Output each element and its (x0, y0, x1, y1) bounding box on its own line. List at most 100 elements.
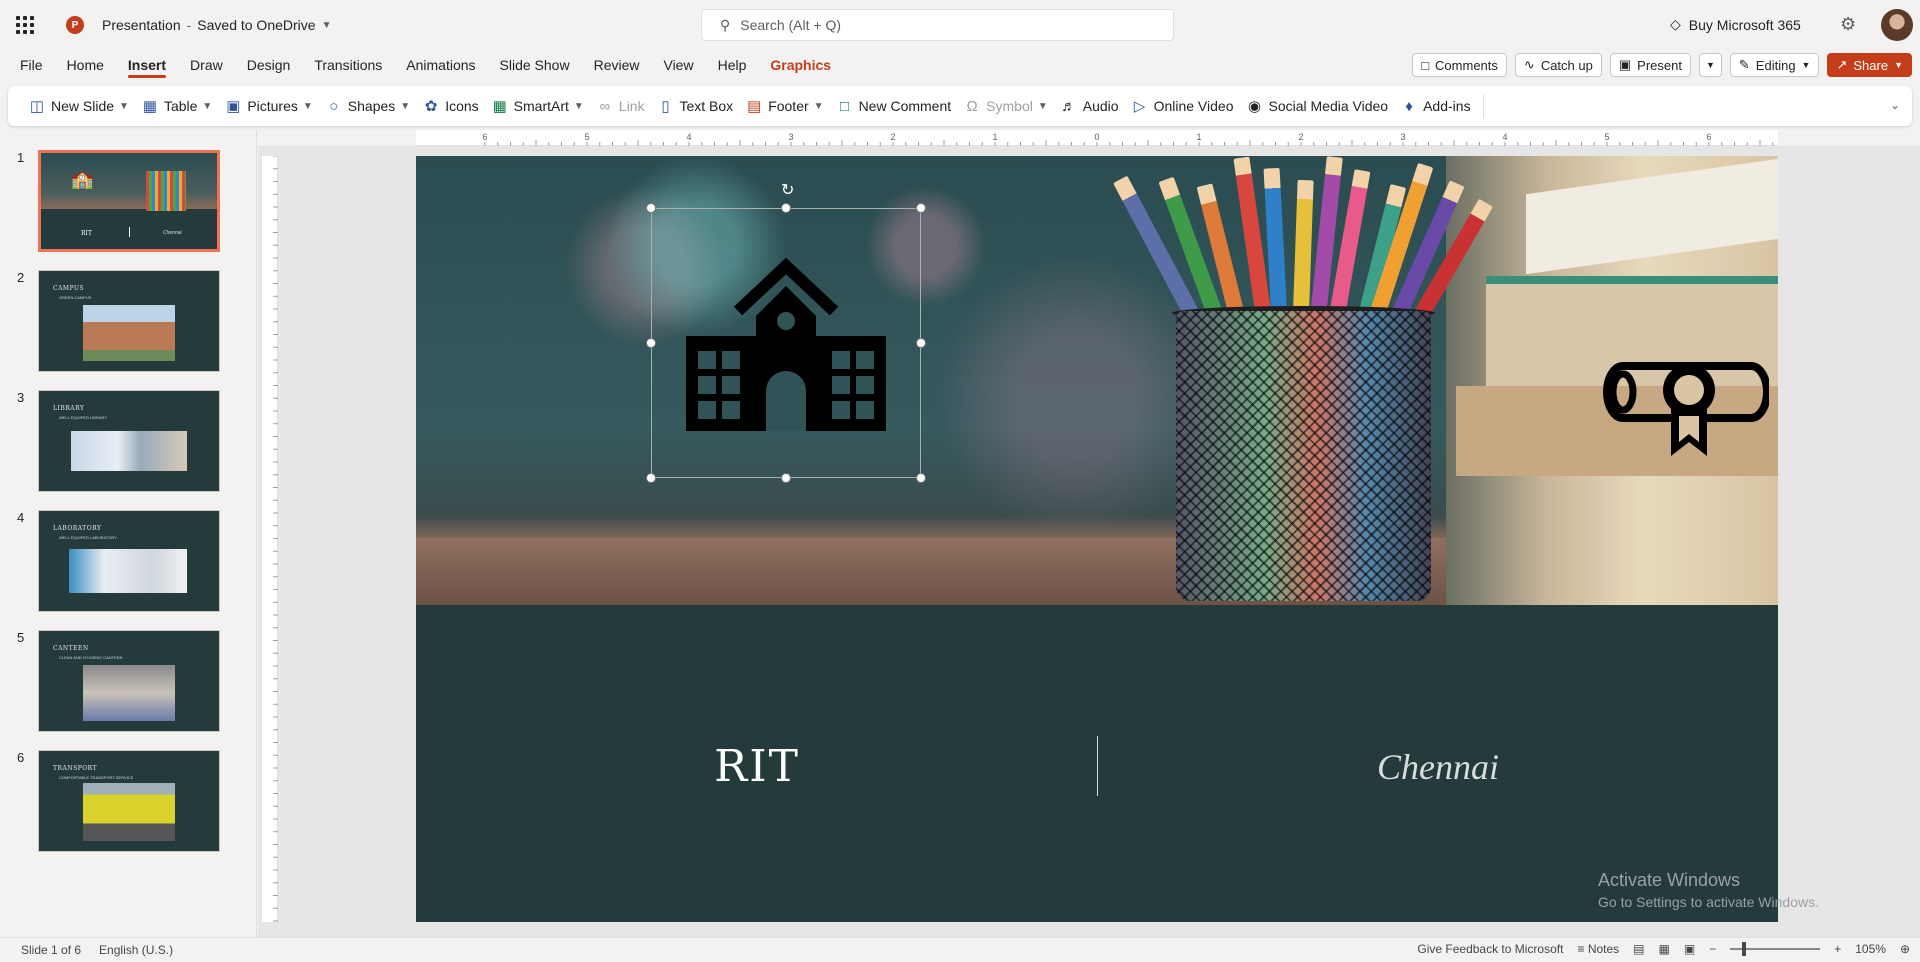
new-slide-button[interactable]: ◫ New Slide ▼ (22, 97, 135, 115)
table-button[interactable]: ▦ Table ▼ (135, 97, 218, 115)
language-indicator[interactable]: English (U.S.) (99, 943, 173, 957)
tab-transitions[interactable]: Transitions (302, 50, 394, 80)
insert-ribbon: ◫ New Slide ▼ ▦ Table ▼ ▣ Pictures ▼ ○ Shapes ▼ … (8, 86, 1912, 126)
present-button[interactable]: ▣ Present (1609, 53, 1691, 77)
search-box[interactable]: ⚲ Search (Alt + Q) (701, 9, 1174, 41)
slide-thumbnail-1[interactable]: 🏫 RIT Chennai (38, 150, 220, 252)
shapes-button[interactable]: ○ Shapes ▼ (319, 98, 416, 115)
tab-draw[interactable]: Draw (178, 50, 235, 80)
chevron-down-icon[interactable]: ⌄ (1890, 98, 1900, 112)
tab-design[interactable]: Design (235, 50, 303, 80)
tab-file[interactable]: File (8, 50, 55, 80)
smartart-button[interactable]: ▦ SmartArt ▼ (485, 97, 590, 115)
picture-icon: ▣ (226, 98, 241, 115)
slide-number: 1 (17, 150, 25, 165)
ruler-ticks: 6 5 4 3 2 1 0 1 2 3 4 5 6 (482, 132, 1774, 146)
slide-title[interactable]: RIT (416, 741, 1098, 792)
thumbnail-title: LIBRARY (53, 405, 85, 412)
rotate-handle-icon[interactable]: ↻ (781, 180, 794, 200)
tab-insert[interactable]: Insert (116, 50, 178, 80)
resize-handle[interactable] (916, 338, 926, 348)
thumbnail-divider (129, 227, 130, 237)
doc-name: Presentation (102, 17, 181, 33)
slide-thumbnail-5[interactable]: CANTEEN CLEAN AND HYGIENIC CANTEEN (38, 630, 220, 732)
buy-microsoft-365-button[interactable]: ◇ Buy Microsoft 365 (1670, 16, 1801, 33)
online-video-button[interactable]: ▷ Online Video (1125, 97, 1240, 115)
icons-button[interactable]: ✿ Icons (416, 97, 484, 115)
ruler-label: 4 (686, 132, 691, 142)
smartart-icon: ▦ (492, 98, 507, 115)
chevron-down-icon: ▼ (302, 100, 313, 112)
resize-handle[interactable] (646, 338, 656, 348)
text-box-icon: ▯ (661, 98, 670, 115)
chevron-down-icon: ▼ (1037, 100, 1048, 112)
buy-label: Buy Microsoft 365 (1688, 16, 1801, 33)
comments-button[interactable]: □ Comments (1412, 53, 1507, 77)
slide-thumbnail-6[interactable]: TRANSPORT COMFORTABLE TRANSPORT SERVICE (38, 750, 220, 852)
thumbnail-row-3[interactable]: 3 LIBRARY WELL EQUIPED LIBRARY (0, 390, 257, 500)
resize-handle[interactable] (646, 203, 656, 213)
zoom-slider-thumb[interactable] (1742, 942, 1747, 956)
editing-mode-button[interactable]: ✎ Editing ▼ (1729, 53, 1820, 77)
zoom-in-icon[interactable]: + (1834, 942, 1841, 956)
thumbnail-row-5[interactable]: 5 CANTEEN CLEAN AND HYGIENIC CANTEEN (0, 630, 257, 740)
slide-thumbnail-4[interactable]: LABORATORY WELL EQUIPED LABORATORY (38, 510, 220, 612)
thumbnail-title: LABORATORY (53, 525, 102, 532)
thumbnail-row-2[interactable]: 2 CAMPUS GREEN CAMPUS (0, 270, 257, 380)
slide-thumbnail-3[interactable]: LIBRARY WELL EQUIPED LIBRARY (38, 390, 220, 492)
slide-canvas[interactable]: ↻ RIT Chennai (416, 156, 1778, 922)
resize-handle[interactable] (646, 473, 656, 483)
catch-up-button[interactable]: ∿ Catch up (1514, 53, 1602, 77)
tab-graphics[interactable]: Graphics (758, 50, 843, 80)
notes-button[interactable]: ≡ Notes (1577, 942, 1619, 956)
zoom-slider[interactable] (1730, 942, 1821, 956)
resize-handle[interactable] (916, 473, 926, 483)
search-icon: ⚲ (720, 16, 731, 33)
document-title[interactable]: Presentation - Saved to OneDrive ▼ (102, 17, 331, 33)
feedback-link[interactable]: Give Feedback to Microsoft (1417, 942, 1563, 956)
slide-thumbnail-2[interactable]: CAMPUS GREEN CAMPUS (38, 270, 220, 372)
text-box-button[interactable]: ▯ Text Box (650, 97, 739, 115)
diploma-icon[interactable] (1601, 356, 1769, 466)
resize-handle[interactable] (916, 203, 926, 213)
slide-subtitle[interactable]: Chennai (1098, 746, 1778, 788)
campus-photo (83, 305, 175, 361)
watermark-line-1: Activate Windows (1598, 870, 1741, 890)
reading-view-icon[interactable]: ▣ (1684, 942, 1695, 956)
add-ins-button[interactable]: ♦ Add-ins (1394, 98, 1476, 115)
status-controls: Give Feedback to Microsoft ≡ Notes ▤ ▦ ▣… (1417, 942, 1910, 956)
status-bar: Slide 1 of 6 English (U.S.) Give Feedbac… (0, 937, 1920, 962)
symbol-button[interactable]: Ω Symbol ▼ (957, 98, 1054, 115)
audio-button[interactable]: ♬ Audio (1054, 98, 1125, 115)
normal-view-icon[interactable]: ▤ (1633, 942, 1644, 956)
resize-handle[interactable] (781, 473, 791, 483)
table-label: Table (163, 98, 198, 114)
thumbnail-row-4[interactable]: 4 LABORATORY WELL EQUIPED LABORATORY (0, 510, 257, 620)
fit-to-window-icon[interactable]: ⊕ (1900, 942, 1910, 956)
thumbnail-row-6[interactable]: 6 TRANSPORT COMFORTABLE TRANSPORT SERVIC… (0, 750, 257, 860)
tab-home[interactable]: Home (55, 50, 116, 80)
tab-view[interactable]: View (651, 50, 705, 80)
app-launcher-icon[interactable] (16, 16, 34, 34)
pictures-button[interactable]: ▣ Pictures ▼ (218, 97, 318, 115)
share-button[interactable]: ↗ Share ▼ (1827, 53, 1912, 77)
footer-button[interactable]: ▤ Footer ▼ (739, 97, 829, 115)
new-comment-button[interactable]: □ New Comment (830, 98, 958, 115)
resize-handle[interactable] (781, 203, 791, 213)
social-media-video-button[interactable]: ◉ Social Media Video (1239, 97, 1394, 115)
avatar[interactable] (1881, 9, 1913, 41)
thumbnail-row-1[interactable]: 1 🏫 RIT Chennai (0, 150, 257, 260)
zoom-level[interactable]: 105% (1855, 942, 1886, 956)
tab-help[interactable]: Help (706, 50, 759, 80)
link-button[interactable]: ∞ Link (590, 98, 651, 115)
gear-icon[interactable]: ⚙ (1840, 14, 1856, 35)
thumbnail-subtitle: Chennai (163, 230, 182, 236)
zoom-out-icon[interactable]: − (1709, 942, 1716, 956)
smartart-label: SmartArt (513, 98, 569, 114)
present-dropdown[interactable]: ▼ (1698, 53, 1722, 77)
chevron-down-icon: ▼ (321, 19, 332, 31)
tab-animations[interactable]: Animations (394, 50, 487, 80)
tab-slide-show[interactable]: Slide Show (488, 50, 582, 80)
slide-sorter-icon[interactable]: ▦ (1659, 942, 1670, 956)
tab-review[interactable]: Review (582, 50, 652, 80)
